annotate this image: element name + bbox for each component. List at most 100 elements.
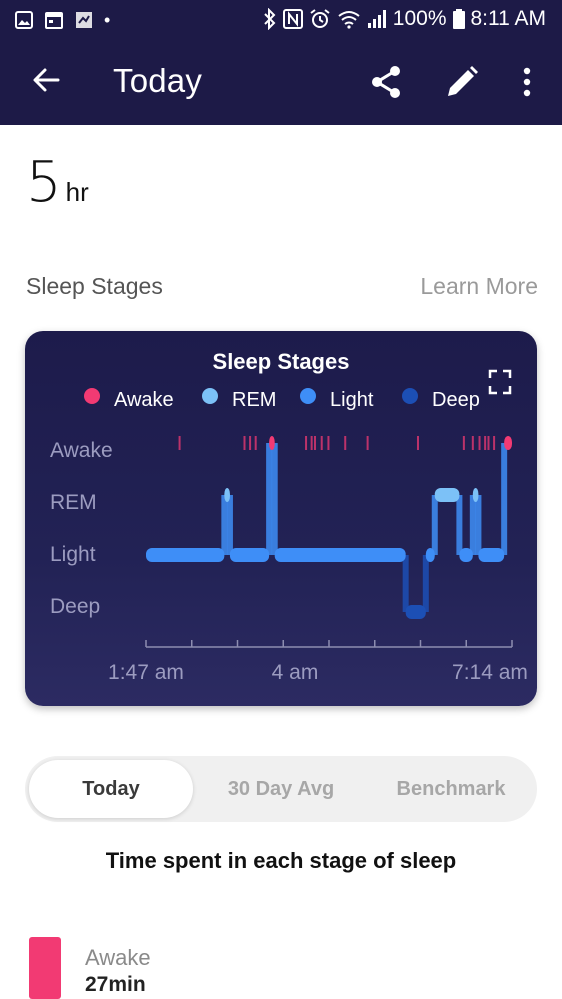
stage-transition <box>456 495 463 555</box>
battery-percent: 100% <box>392 7 447 30</box>
x-axis: 1:47 am 4 am 7:14 am <box>108 640 528 684</box>
fullscreen-button[interactable] <box>488 369 512 395</box>
period-tabs: Today 30 Day Avg Benchmark <box>25 756 537 822</box>
stage-transition <box>501 443 508 555</box>
stage-block-awake <box>269 436 275 450</box>
awake-tick <box>327 436 330 450</box>
gallery-notification-icon <box>15 11 33 29</box>
sleep-stages-header: Sleep Stages Learn More <box>26 273 538 303</box>
awake-tick <box>484 436 487 450</box>
y-label-rem: REM <box>50 491 97 514</box>
awake-ticks <box>178 436 496 450</box>
stage-block-deep <box>405 605 426 619</box>
legend-label-rem: REM <box>232 389 276 411</box>
notification-icons: • <box>14 9 110 31</box>
stage-transition <box>226 495 233 555</box>
awake-tick <box>462 436 465 450</box>
awake-swatch <box>29 937 61 999</box>
stage-row-awake[interactable]: Awake 27min <box>29 937 529 999</box>
weather-notification-icon <box>76 12 92 28</box>
system-status: 100% 8:11 AM <box>263 7 546 31</box>
more-options-button[interactable] <box>507 62 547 102</box>
stage-transition <box>271 443 278 555</box>
stage-block-rem <box>224 488 230 502</box>
x-tick-label-4-am: 4 am <box>272 661 319 684</box>
stage-transition <box>469 495 476 555</box>
share-button[interactable] <box>367 62 407 102</box>
legend-label-deep: Deep <box>432 389 480 411</box>
awake-tick <box>314 436 317 450</box>
stage-transition <box>221 495 228 555</box>
y-label-awake: Awake <box>50 439 113 462</box>
sleep-duration: 5 hr <box>26 150 89 215</box>
x-tick-label-1-47-am: 1:47 am <box>108 661 184 684</box>
edit-pencil-icon <box>448 66 478 96</box>
awake-tick <box>320 436 323 450</box>
stage-transition <box>266 443 273 555</box>
awake-tick <box>471 436 474 450</box>
share-icon <box>372 66 400 98</box>
x-tick-label-7-14-am: 7:14 am <box>452 661 528 684</box>
y-label-deep: Deep <box>50 595 100 618</box>
legend-dot-rem <box>202 388 218 404</box>
back-button[interactable] <box>26 60 66 100</box>
section-label: Sleep Stages <box>26 273 163 299</box>
fullscreen-icon <box>488 369 512 395</box>
awake-tick <box>416 436 419 450</box>
edit-button[interactable] <box>442 62 482 102</box>
awake-tick <box>487 436 490 450</box>
awake-tick <box>366 436 369 450</box>
stage-name: Awake <box>85 945 151 970</box>
back-arrow-icon <box>33 68 60 92</box>
legend-label-awake: Awake <box>114 389 174 411</box>
alarm-icon <box>310 9 330 28</box>
stage-block-light <box>459 548 473 562</box>
page-title: Today <box>113 62 203 99</box>
app-bar: Today <box>0 40 562 125</box>
stage-transition <box>431 495 438 555</box>
legend-dot-awake <box>84 388 100 404</box>
duration-value: 5 <box>26 150 62 215</box>
clock-time: 8:11 AM <box>470 7 547 30</box>
stage-duration: 27min <box>85 973 146 996</box>
more-notifications-dot-icon: • <box>104 10 111 30</box>
awake-tick <box>310 436 313 450</box>
y-axis-labels: Awake REM Light Deep <box>50 439 113 618</box>
sleep-stages-chart-card[interactable]: Sleep Stages Awake REM Light Deep Awake REM L… <box>25 331 537 706</box>
legend-dot-deep <box>402 388 418 404</box>
awake-tick <box>344 436 347 450</box>
awake-tick <box>478 436 481 450</box>
tab-today[interactable]: Today <box>29 760 193 818</box>
chart-legend: Awake REM Light Deep <box>84 388 480 411</box>
stage-transition <box>475 495 482 555</box>
bluetooth-icon <box>264 8 276 30</box>
calendar-notification-icon <box>45 12 63 29</box>
stage-block-light <box>425 548 435 562</box>
tab-benchmark[interactable]: Benchmark <box>369 760 533 818</box>
stage-breakdown-caption: Time spent in each stage of sleep <box>105 848 457 873</box>
stage-block-rem <box>434 488 460 502</box>
status-bar: • 100% 8:11 AM <box>0 0 562 40</box>
more-vert-icon <box>523 67 531 97</box>
stage-block-awake <box>504 436 512 450</box>
awake-tick <box>305 436 308 450</box>
stage-block-light <box>478 548 505 562</box>
stage-transition <box>422 555 429 612</box>
chart-title: Sleep Stages <box>213 349 350 374</box>
legend-dot-light <box>300 388 316 404</box>
awake-tick <box>243 436 246 450</box>
stage-block-rem <box>472 488 479 502</box>
awake-tick <box>178 436 181 450</box>
legend-label-light: Light <box>330 389 374 411</box>
stage-block-light <box>229 548 270 562</box>
stage-block-light <box>274 548 406 562</box>
y-label-light: Light <box>50 543 96 566</box>
duration-unit: hr <box>65 177 89 207</box>
stage-transition <box>402 555 409 612</box>
awake-tick <box>254 436 257 450</box>
wifi-icon <box>338 11 360 29</box>
awake-tick <box>493 436 496 450</box>
signal-icon <box>367 10 386 28</box>
tab-30-day-avg[interactable]: 30 Day Avg <box>197 760 365 818</box>
learn-more-link[interactable]: Learn More <box>420 273 538 300</box>
